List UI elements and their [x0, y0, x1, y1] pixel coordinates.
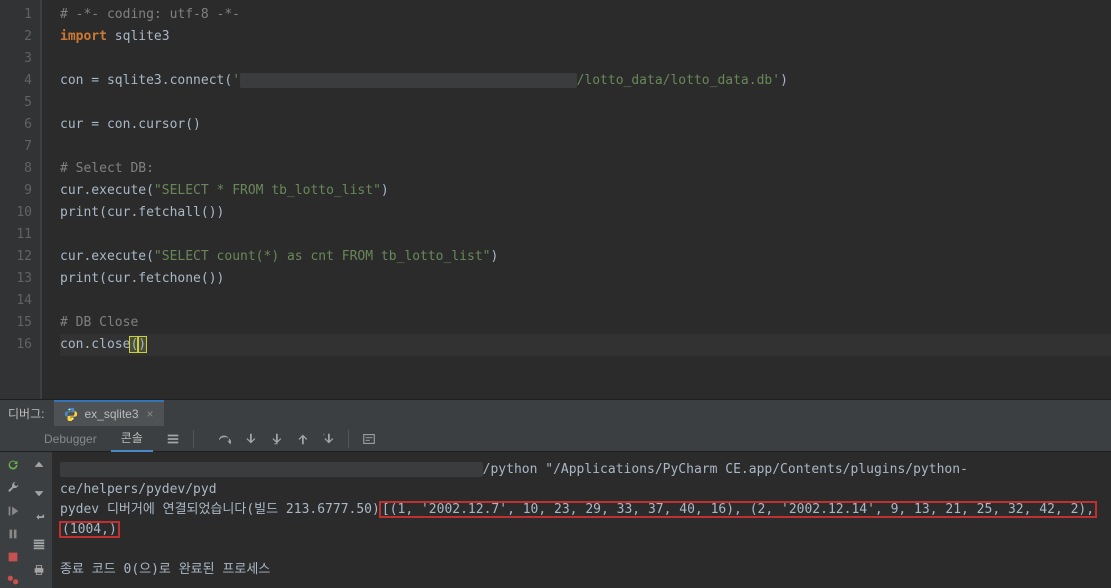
console-line: (1004,) — [60, 520, 1103, 540]
debug-panel-label: 디버그: — [8, 405, 44, 422]
code-area[interactable]: # -*- coding: utf-8 -*- import sqlite3 c… — [40, 0, 1111, 399]
print-icon[interactable] — [29, 560, 49, 580]
code-line: cur.execute("SELECT count(*) as cnt FROM… — [60, 246, 1111, 268]
line-gutter: 1 2 3 4 5 6 7 8 9 10 11 12 13 14 15 16 — [0, 0, 40, 399]
line-number: 14 — [4, 290, 32, 312]
line-number: 2 — [4, 26, 32, 48]
code-line: print(cur.fetchone()) — [60, 268, 1111, 290]
code-line — [60, 136, 1111, 158]
stop-icon[interactable] — [3, 548, 23, 565]
code-editor[interactable]: 1 2 3 4 5 6 7 8 9 10 11 12 13 14 15 16 #… — [0, 0, 1111, 399]
step-into-icon[interactable] — [240, 429, 260, 449]
code-line: print(cur.fetchall()) — [60, 202, 1111, 224]
line-number: 6 — [4, 114, 32, 136]
line-number: 10 — [4, 202, 32, 224]
line-number: 1 — [4, 4, 32, 26]
line-number: 3 — [4, 48, 32, 70]
step-over-icon[interactable] — [214, 429, 234, 449]
console-line — [60, 540, 1103, 560]
code-line: # -*- coding: utf-8 -*- — [60, 4, 1111, 26]
line-number: 15 — [4, 312, 32, 334]
console-line: 종료 코드 0(으)로 완료된 프로세스 — [60, 560, 1103, 580]
code-line: import sqlite3 — [60, 26, 1111, 48]
subtab-debugger[interactable]: Debugger — [34, 426, 107, 452]
line-number: 5 — [4, 92, 32, 114]
code-line: cur = con.cursor() — [60, 114, 1111, 136]
line-number: 4 — [4, 70, 32, 92]
code-line: # Select DB: — [60, 158, 1111, 180]
code-line — [60, 290, 1111, 312]
step-out-icon[interactable] — [292, 429, 312, 449]
code-line: cur.execute("SELECT * FROM tb_lotto_list… — [60, 180, 1111, 202]
debug-run-tab-label: ex_sqlite3 — [84, 407, 138, 421]
debug-run-tab[interactable]: ex_sqlite3 × — [54, 400, 163, 426]
evaluate-expression-icon[interactable] — [359, 429, 379, 449]
wrench-icon[interactable] — [3, 479, 23, 496]
code-line: # DB Close — [60, 312, 1111, 334]
debug-sidebar — [0, 452, 26, 588]
debug-panel: 디버그: ex_sqlite3 × Debugger 콘솔 — [0, 399, 1111, 588]
down-arrow-icon[interactable] — [29, 482, 49, 502]
resume-icon[interactable] — [3, 502, 23, 519]
breakpoints-icon[interactable] — [3, 571, 23, 588]
close-icon[interactable]: × — [147, 407, 154, 421]
subtab-console[interactable]: 콘솔 — [111, 426, 153, 452]
code-line: con = sqlite3.connect('/xxxxxxxxxxxxxxxx… — [60, 70, 1111, 92]
line-number: 9 — [4, 180, 32, 202]
code-line — [60, 224, 1111, 246]
python-icon — [64, 407, 78, 421]
run-to-cursor-icon[interactable] — [318, 429, 338, 449]
up-arrow-icon[interactable] — [29, 456, 49, 476]
console-line: pydev 디버거에 연결되었습니다(빌드 213.6777.50)[(1, '… — [60, 500, 1103, 520]
line-number: 11 — [4, 224, 32, 246]
step-toolbar — [214, 429, 338, 449]
console-output[interactable]: /xxxxxxxxxxxxxxxxxxxxxxxxxxxxxxxxxxxxxxx… — [52, 452, 1111, 588]
step-into-my-code-icon[interactable] — [266, 429, 286, 449]
debug-panel-header: 디버그: ex_sqlite3 × — [0, 400, 1111, 426]
settings-icon[interactable] — [163, 429, 183, 449]
line-number: 7 — [4, 136, 32, 158]
code-line: con.close() — [60, 334, 1111, 356]
pause-icon[interactable] — [3, 525, 23, 542]
code-line — [60, 92, 1111, 114]
console-sidebar — [26, 452, 52, 588]
line-number: 16 — [4, 334, 32, 356]
line-number: 8 — [4, 158, 32, 180]
rerun-icon[interactable] — [3, 456, 23, 473]
line-number: 13 — [4, 268, 32, 290]
code-line — [60, 48, 1111, 70]
scroll-to-end-icon[interactable] — [29, 534, 49, 554]
soft-wrap-icon[interactable] — [29, 508, 49, 528]
debug-subheader: Debugger 콘솔 — [0, 426, 1111, 452]
console-line: /xxxxxxxxxxxxxxxxxxxxxxxxxxxxxxxxxxxxxxx… — [60, 460, 1103, 500]
line-number: 12 — [4, 246, 32, 268]
